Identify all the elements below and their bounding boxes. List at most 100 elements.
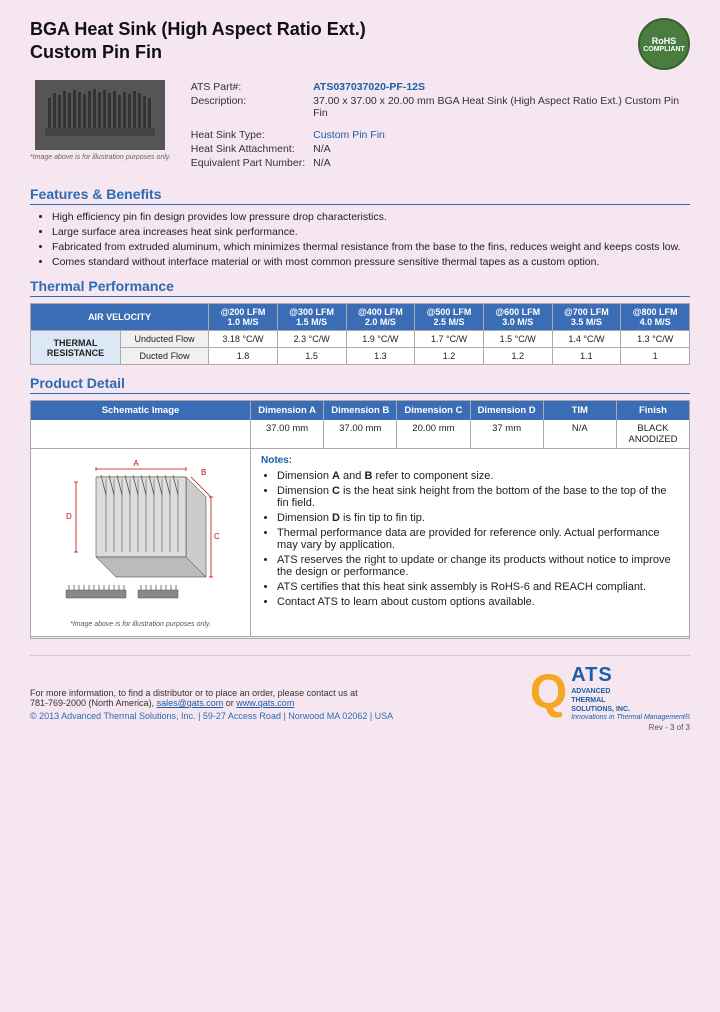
image-caption: *Image above is for illustration purpose…	[30, 154, 171, 161]
ducted-300: 1.5	[277, 348, 346, 365]
col-200lfm: @200 LFM1.0 M/S	[209, 304, 278, 331]
ducted-600: 1.2	[483, 348, 552, 365]
tim-header: TIM	[544, 401, 617, 420]
page: BGA Heat Sink (High Aspect Ratio Ext.) C…	[0, 0, 720, 1012]
ducted-200: 1.8	[209, 348, 278, 365]
notes-area: Notes: Dimension A and B refer to compon…	[251, 449, 689, 636]
product-title: BGA Heat Sink (High Aspect Ratio Ext.) C…	[30, 18, 366, 65]
detail-header-row: Schematic Image Dimension A Dimension B …	[30, 400, 690, 420]
dim-a-value: 37.00 mm	[251, 420, 324, 448]
finish-value: BLACK ANODIZED	[617, 420, 689, 448]
detail-values-row: 37.00 mm 37.00 mm 20.00 mm 37 mm N/A BLA…	[30, 420, 690, 448]
website[interactable]: www.qats.com	[236, 698, 294, 708]
feature-item: Fabricated from extruded aluminum, which…	[52, 241, 690, 253]
description-value: 37.00 x 37.00 x 20.00 mm BGA Heat Sink (…	[309, 94, 690, 120]
svg-text:C: C	[214, 532, 220, 541]
rohs-label: RoHS	[652, 36, 677, 46]
footer-or: or	[226, 698, 234, 708]
ducted-label: Ducted Flow	[121, 348, 209, 365]
phone: 781-769-2000 (North America),	[30, 698, 154, 708]
air-velocity-header: AIR VELOCITY	[31, 304, 209, 331]
description-label: Description:	[187, 94, 309, 120]
contact-info: For more information, to find a distribu…	[30, 688, 393, 708]
copyright: © 2013 Advanced Thermal Solutions, Inc. …	[30, 711, 393, 721]
page-number: Rev - 3 of 3	[30, 723, 690, 732]
unducted-label: Unducted Flow	[121, 331, 209, 348]
ats-tagline: Innovations in Thermal Management®	[571, 714, 690, 721]
unducted-300: 2.3 °C/W	[277, 331, 346, 348]
dim-d-value: 37 mm	[471, 420, 544, 448]
heat-sink-type-value: Custom Pin Fin	[309, 128, 690, 142]
ducted-800: 1	[621, 348, 690, 365]
heat-sink-type-label: Heat Sink Type:	[187, 128, 309, 142]
schematic-svg: A C D B	[46, 457, 236, 617]
product-info-section: *Image above is for illustration purpose…	[30, 80, 690, 176]
unducted-600: 1.5 °C/W	[483, 331, 552, 348]
page-header: BGA Heat Sink (High Aspect Ratio Ext.) C…	[30, 18, 690, 70]
equiv-part-value: N/A	[309, 156, 690, 170]
part-label: ATS Part#:	[187, 80, 309, 94]
note-item: Dimension D is fin tip to fin tip.	[277, 512, 679, 524]
unducted-500: 1.7 °C/W	[415, 331, 484, 348]
col-400lfm: @400 LFM2.0 M/S	[346, 304, 415, 331]
finish-header: Finish	[617, 401, 689, 420]
product-detail-title: Product Detail	[30, 375, 690, 394]
footer-left: For more information, to find a distribu…	[30, 688, 393, 721]
svg-text:B: B	[201, 468, 206, 477]
table-bottom-border	[30, 637, 690, 639]
footer-right: Q ATS ADVANCEDTHERMALSOLUTIONS, INC. Inn…	[530, 664, 690, 721]
svg-text:D: D	[66, 512, 72, 521]
product-title-area: BGA Heat Sink (High Aspect Ratio Ext.) C…	[30, 18, 366, 65]
note-item: Contact ATS to learn about custom option…	[277, 596, 679, 608]
heat-sink-svg	[40, 83, 160, 148]
detail-notes-container: A C D B	[30, 448, 690, 637]
ats-full-name: ADVANCEDTHERMALSOLUTIONS, INC.	[571, 687, 671, 714]
dim-c-value: 20.00 mm	[397, 420, 470, 448]
attachment-value: N/A	[309, 142, 690, 156]
note-item: ATS reserves the right to update or chan…	[277, 554, 679, 578]
svg-text:A: A	[133, 459, 139, 468]
product-image-area: *Image above is for illustration purpose…	[30, 80, 171, 176]
notes-title: Notes:	[261, 455, 679, 466]
col-500lfm: @500 LFM2.5 M/S	[415, 304, 484, 331]
thermal-table: AIR VELOCITY @200 LFM1.0 M/S @300 LFM1.5…	[30, 303, 690, 365]
attachment-label: Heat Sink Attachment:	[187, 142, 309, 156]
equiv-part-label: Equivalent Part Number:	[187, 156, 309, 170]
product-specs: ATS Part#: ATS037037020-PF-12S Descripti…	[187, 80, 690, 176]
notes-list: Dimension A and B refer to component siz…	[261, 470, 679, 608]
feature-item: Comes standard without interface materia…	[52, 256, 690, 268]
dim-c-header: Dimension C	[397, 401, 470, 420]
feature-item: High efficiency pin fin design provides …	[52, 211, 690, 223]
ducted-400: 1.3	[346, 348, 415, 365]
thermal-resistance-label: THERMAL RESISTANCE	[31, 331, 121, 365]
features-list: High efficiency pin fin design provides …	[30, 211, 690, 268]
tim-value: N/A	[544, 420, 617, 448]
heat-sink-image	[35, 80, 165, 150]
feature-item: Large surface area increases heat sink p…	[52, 226, 690, 238]
col-600lfm: @600 LFM3.0 M/S	[483, 304, 552, 331]
rohs-badge: RoHS COMPLIANT	[638, 18, 690, 70]
contact-text: For more information, to find a distribu…	[30, 688, 358, 698]
note-item: ATS certifies that this heat sink assemb…	[277, 581, 679, 593]
dim-b-value: 37.00 mm	[324, 420, 397, 448]
dim-d-header: Dimension D	[471, 401, 544, 420]
col-700lfm: @700 LFM3.5 M/S	[552, 304, 621, 331]
col-800lfm: @800 LFM4.0 M/S	[621, 304, 690, 331]
unducted-200: 3.18 °C/W	[209, 331, 278, 348]
ducted-700: 1.1	[552, 348, 621, 365]
page-footer: For more information, to find a distribu…	[30, 655, 690, 721]
schematic-caption: *Image above is for illustration purpose…	[70, 621, 211, 628]
ats-name: ATS	[571, 664, 613, 687]
schematic-image-area: A C D B	[31, 449, 251, 636]
thermal-title: Thermal Performance	[30, 278, 690, 297]
dim-a-header: Dimension A	[251, 401, 324, 420]
spec-table: ATS Part#: ATS037037020-PF-12S Descripti…	[187, 80, 690, 170]
rohs-compliant: COMPLIANT	[643, 46, 685, 53]
unducted-700: 1.4 °C/W	[552, 331, 621, 348]
email[interactable]: sales@qats.com	[157, 698, 224, 708]
features-title: Features & Benefits	[30, 186, 690, 205]
note-item: Thermal performance data are provided fo…	[277, 527, 679, 551]
schematic-header: Schematic Image	[31, 401, 251, 420]
part-number: ATS037037020-PF-12S	[309, 80, 690, 94]
dim-b-header: Dimension B	[324, 401, 397, 420]
